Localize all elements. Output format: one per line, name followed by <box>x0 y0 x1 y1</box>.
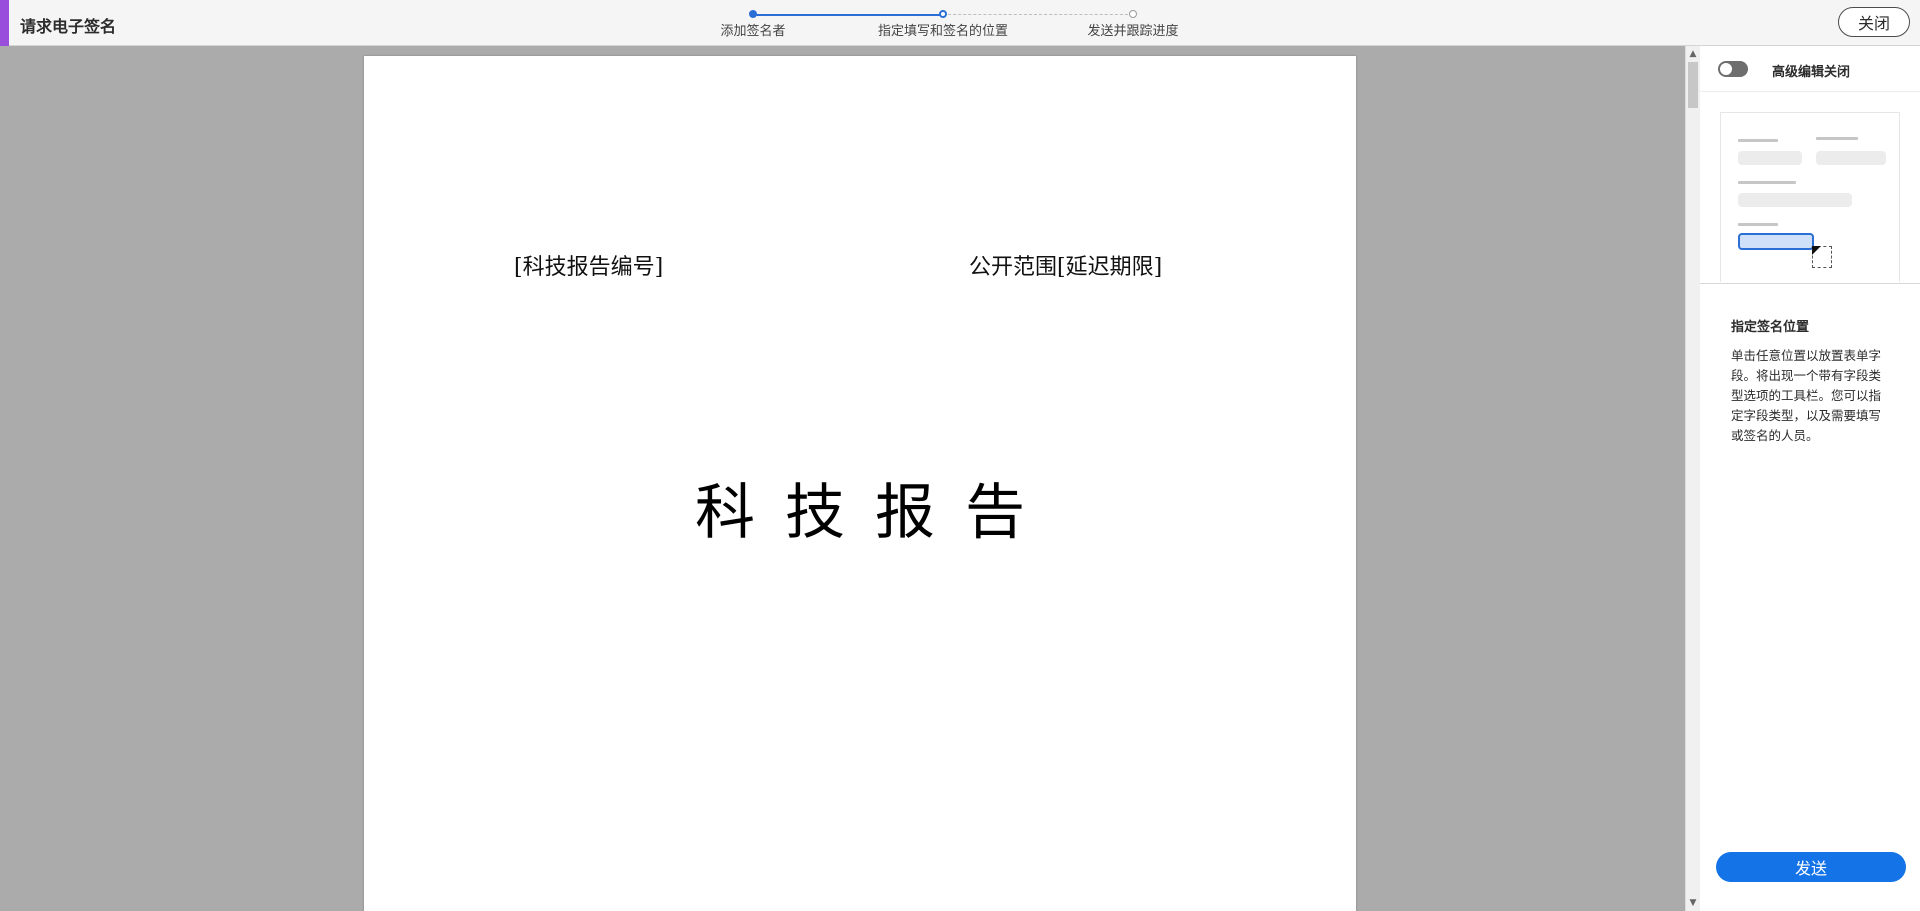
document-title: 科技报告 <box>695 478 1055 548</box>
toggle-knob <box>1720 63 1732 75</box>
illustration-selected-field <box>1738 233 1814 250</box>
stepper-line-pending <box>943 14 1133 15</box>
step-3-dot <box>1129 10 1137 18</box>
top-bar: 请求电子签名 添加签名者 指定填写和签名的位置 发送并跟踪进度 关闭 <box>0 0 1920 46</box>
scroll-down-arrow-icon[interactable]: ▼ <box>1686 897 1700 909</box>
step-1-label[interactable]: 添加签名者 <box>720 20 785 39</box>
stepper-line-completed <box>753 14 943 16</box>
step-1-dot <box>749 10 757 18</box>
accent-strip <box>0 0 9 46</box>
report-number-field: [科技报告编号] <box>514 255 664 280</box>
document-viewer[interactable]: [科技报告编号] 公开范围[延迟期限] 科技报告 <box>0 46 1685 911</box>
advanced-edit-toggle[interactable] <box>1718 61 1748 77</box>
document-page[interactable]: [科技报告编号] 公开范围[延迟期限] 科技报告 <box>364 56 1356 911</box>
right-panel: 高级编辑关闭 指定签名位置 单击任意位置以放置表单字段。将出现一个带有字段类型选… <box>1700 46 1920 911</box>
send-button[interactable]: 发送 <box>1716 852 1906 882</box>
scroll-up-arrow-icon[interactable]: ▲ <box>1686 48 1700 60</box>
step-2-dot <box>939 10 947 18</box>
advanced-edit-label: 高级编辑关闭 <box>1772 65 1851 80</box>
disclosure-scope-field: 公开范围[延迟期限] <box>969 255 1163 280</box>
scroll-thumb[interactable] <box>1688 62 1698 108</box>
illustration-field <box>1738 151 1802 165</box>
help-title: 指定签名位置 <box>1731 320 1810 335</box>
document-scrollbar[interactable]: ▲ ▼ <box>1685 46 1700 911</box>
panel-divider-top <box>1700 91 1920 92</box>
panel-divider <box>1700 283 1920 284</box>
help-text: 单击任意位置以放置表单字段。将出现一个带有字段类型选项的工具栏。您可以指定字段类… <box>1731 348 1882 443</box>
app-title: 请求电子签名 <box>20 17 117 36</box>
close-button[interactable]: 关闭 <box>1838 7 1910 37</box>
progress-stepper: 添加签名者 指定填写和签名的位置 发送并跟踪进度 <box>700 0 1220 46</box>
form-field-illustration <box>1720 112 1900 282</box>
resize-handle-icon <box>1812 246 1832 268</box>
illustration-field <box>1738 193 1852 207</box>
illustration-line <box>1816 137 1858 140</box>
illustration-line <box>1738 181 1796 184</box>
step-2-label[interactable]: 指定填写和签名的位置 <box>878 20 1008 39</box>
illustration-line <box>1738 223 1778 226</box>
step-3-label[interactable]: 发送并跟踪进度 <box>1087 20 1178 39</box>
illustration-line <box>1738 139 1778 142</box>
illustration-field <box>1816 151 1886 165</box>
